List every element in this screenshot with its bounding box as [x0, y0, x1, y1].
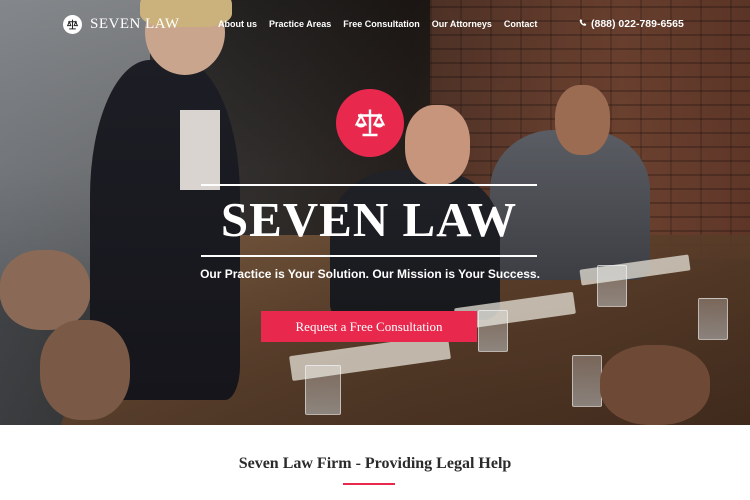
nav-link-about[interactable]: About us	[218, 19, 257, 29]
request-consultation-button[interactable]: Request a Free Consultation	[261, 311, 477, 342]
phone-number: (888) 022-789-6565	[591, 18, 684, 30]
nav-link-contact[interactable]: Contact	[504, 19, 538, 29]
scales-icon	[336, 89, 404, 157]
hero-photo-glass	[698, 298, 728, 340]
scales-icon	[63, 15, 82, 34]
hero-title: SEVEN LAW	[220, 192, 518, 247]
site-logo[interactable]: SEVEN LAW	[63, 15, 180, 34]
hero-photo-person-right-head	[555, 85, 610, 155]
hero-photo-hand	[0, 250, 90, 330]
section-title-underline	[343, 483, 395, 485]
hero-tagline: Our Practice is Your Solution. Our Missi…	[200, 267, 540, 281]
main-menu: About us Practice Areas Free Consultatio…	[218, 19, 537, 29]
top-navigation: SEVEN LAW About us Practice Areas Free C…	[0, 0, 750, 50]
nav-link-free-consultation[interactable]: Free Consultation	[343, 19, 420, 29]
nav-link-practice-areas[interactable]: Practice Areas	[269, 19, 331, 29]
section-title: Seven Law Firm - Providing Legal Help	[238, 455, 512, 472]
hero-photo-hand	[40, 320, 130, 420]
title-rule-top	[201, 184, 537, 186]
hero-photo-glass	[478, 310, 508, 352]
hero-photo-glass	[597, 265, 627, 307]
phone-icon	[579, 18, 587, 30]
phone-link[interactable]: (888) 022-789-6565	[579, 18, 684, 30]
hero-photo-glass	[572, 355, 602, 407]
hero-photo-glass	[305, 365, 341, 415]
hero-photo-person-left-shirt	[180, 110, 220, 190]
title-rule-bottom	[201, 255, 537, 257]
hero-photo-person-center-head	[405, 105, 470, 185]
logo-text: SEVEN LAW	[90, 16, 180, 32]
nav-link-our-attorneys[interactable]: Our Attorneys	[432, 19, 492, 29]
hero-photo-hand	[600, 345, 710, 425]
